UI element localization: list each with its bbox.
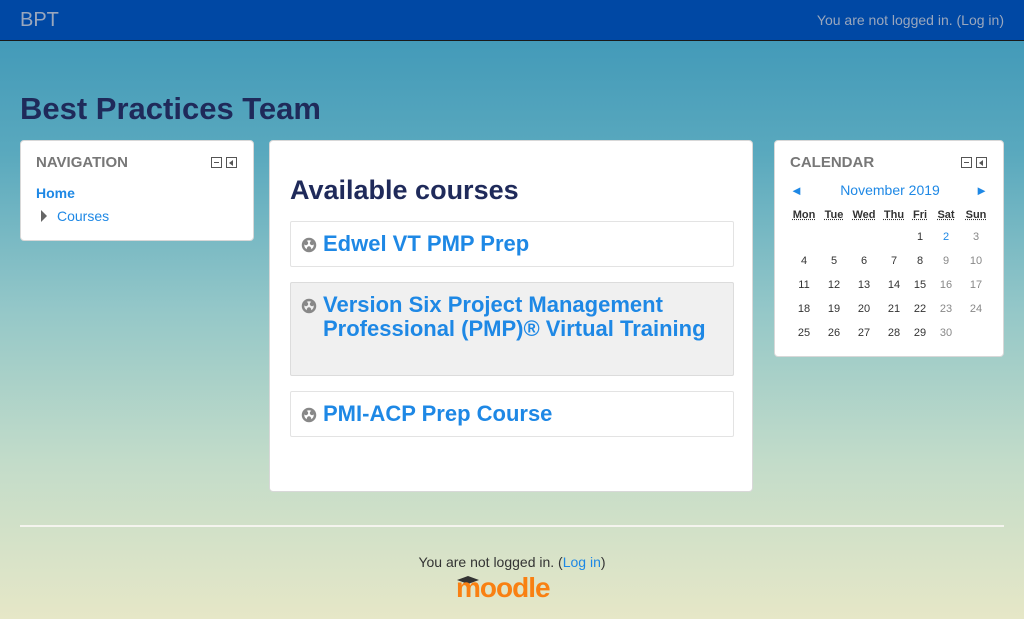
calendar-day: 16 [939, 279, 953, 291]
calendar-day: 14 [887, 279, 901, 291]
calendar-day: 15 [913, 279, 927, 291]
calendar-day: 20 [857, 303, 871, 315]
calendar-week-row: 25 26 27 28 29 30 [789, 321, 991, 345]
calendar-day: 27 [857, 327, 871, 339]
calendar-day-header: Sat [937, 209, 955, 221]
available-courses-heading: Available courses [290, 175, 519, 205]
course-box: Version Six Project Management Professio… [290, 282, 734, 376]
calendar-day-header: Thu [883, 209, 905, 221]
course-icon [301, 298, 317, 314]
calendar-day [789, 225, 819, 249]
calendar-day [849, 225, 879, 249]
calendar-title: CALENDAR [790, 154, 875, 171]
calendar-week-row: 18 19 20 21 22 23 24 [789, 297, 991, 321]
footer-divider [20, 525, 1004, 527]
calendar-week-row: 4 5 6 7 8 9 10 [789, 249, 991, 273]
calendar-block: CALENDAR ◄ November 2019 ► Mon Tue Wed Thu F… [774, 140, 1004, 357]
expand-arrow-icon[interactable] [41, 210, 47, 222]
footer-login-info: You are not logged in. (Log in) [418, 554, 606, 570]
calendar-day: 21 [887, 303, 901, 315]
calendar-day: 18 [797, 303, 811, 315]
minimize-icon[interactable] [961, 157, 972, 168]
calendar-day: 30 [939, 327, 953, 339]
previous-month-icon[interactable]: ◄ [790, 183, 803, 198]
calendar-day: 25 [797, 327, 811, 339]
brand-link[interactable]: BPT [20, 9, 59, 32]
calendar-day: 23 [939, 303, 953, 315]
calendar-day: 12 [827, 279, 841, 291]
available-courses-block: Available courses Edwel VT PMP Prep Vers… [269, 140, 753, 492]
calendar-table: Mon Tue Wed Thu Fri Sat Sun 1 2 3 4 5 6 7 8 9 10 11 12 13 1… [789, 205, 991, 345]
course-box: Edwel VT PMP Prep [290, 221, 734, 267]
calendar-day: 1 [916, 231, 924, 243]
login-info: You are not logged in. (Log in) [816, 12, 1004, 28]
footer-login-link[interactable]: Log in [563, 554, 601, 570]
nav-courses-link[interactable]: Courses [57, 208, 109, 224]
calendar-day [879, 225, 909, 249]
calendar-week-row: 11 12 13 14 15 16 17 [789, 273, 991, 297]
calendar-month-link[interactable]: November 2019 [815, 182, 965, 198]
calendar-day: 11 [798, 279, 810, 291]
calendar-day [961, 321, 991, 345]
calendar-day: 24 [969, 303, 983, 315]
calendar-day[interactable]: 2 [931, 225, 961, 249]
calendar-day: 10 [969, 255, 983, 267]
login-link[interactable]: Log in [961, 12, 999, 28]
calendar-day: 7 [890, 255, 898, 267]
navigation-title: NAVIGATION [36, 154, 128, 171]
calendar-day: 6 [860, 255, 868, 267]
calendar-day: 22 [913, 303, 927, 315]
course-icon [301, 237, 317, 253]
course-box: PMI-ACP Prep Course [290, 391, 734, 437]
calendar-day: 9 [942, 255, 950, 267]
minimize-icon[interactable] [211, 157, 222, 168]
calendar-day: 28 [887, 327, 901, 339]
course-link[interactable]: PMI-ACP Prep Course [323, 402, 723, 426]
calendar-day-header: Sun [965, 209, 987, 221]
course-link[interactable]: Version Six Project Management Professio… [323, 293, 723, 341]
course-link[interactable]: Edwel VT PMP Prep [323, 232, 723, 256]
calendar-day: 29 [913, 327, 927, 339]
calendar-week-row: 123 [789, 225, 991, 249]
calendar-day: 4 [800, 255, 808, 267]
next-month-icon[interactable]: ► [975, 183, 988, 198]
course-icon [301, 407, 317, 423]
moodle-logo[interactable]: moodle [456, 572, 551, 604]
calendar-day: 17 [969, 279, 983, 291]
calendar-day-header: Tue [824, 209, 844, 221]
dock-icon[interactable] [226, 157, 237, 168]
page-title: Best Practices Team [20, 91, 321, 126]
nav-home-link[interactable]: Home [36, 185, 75, 201]
top-navbar: BPT You are not logged in. (Log in) [0, 0, 1024, 41]
calendar-day-header: Wed [852, 209, 876, 221]
calendar-day: 19 [827, 303, 841, 315]
calendar-day [819, 225, 849, 249]
calendar-day: 8 [916, 255, 924, 267]
calendar-day-header: Mon [792, 209, 816, 221]
calendar-day: 5 [830, 255, 838, 267]
calendar-day: 26 [827, 327, 841, 339]
dock-icon[interactable] [976, 157, 987, 168]
calendar-day: 13 [857, 279, 871, 291]
calendar-day: 3 [972, 231, 980, 243]
navigation-block: NAVIGATION Home Courses [20, 140, 254, 241]
calendar-day-header: Fri [912, 209, 928, 221]
